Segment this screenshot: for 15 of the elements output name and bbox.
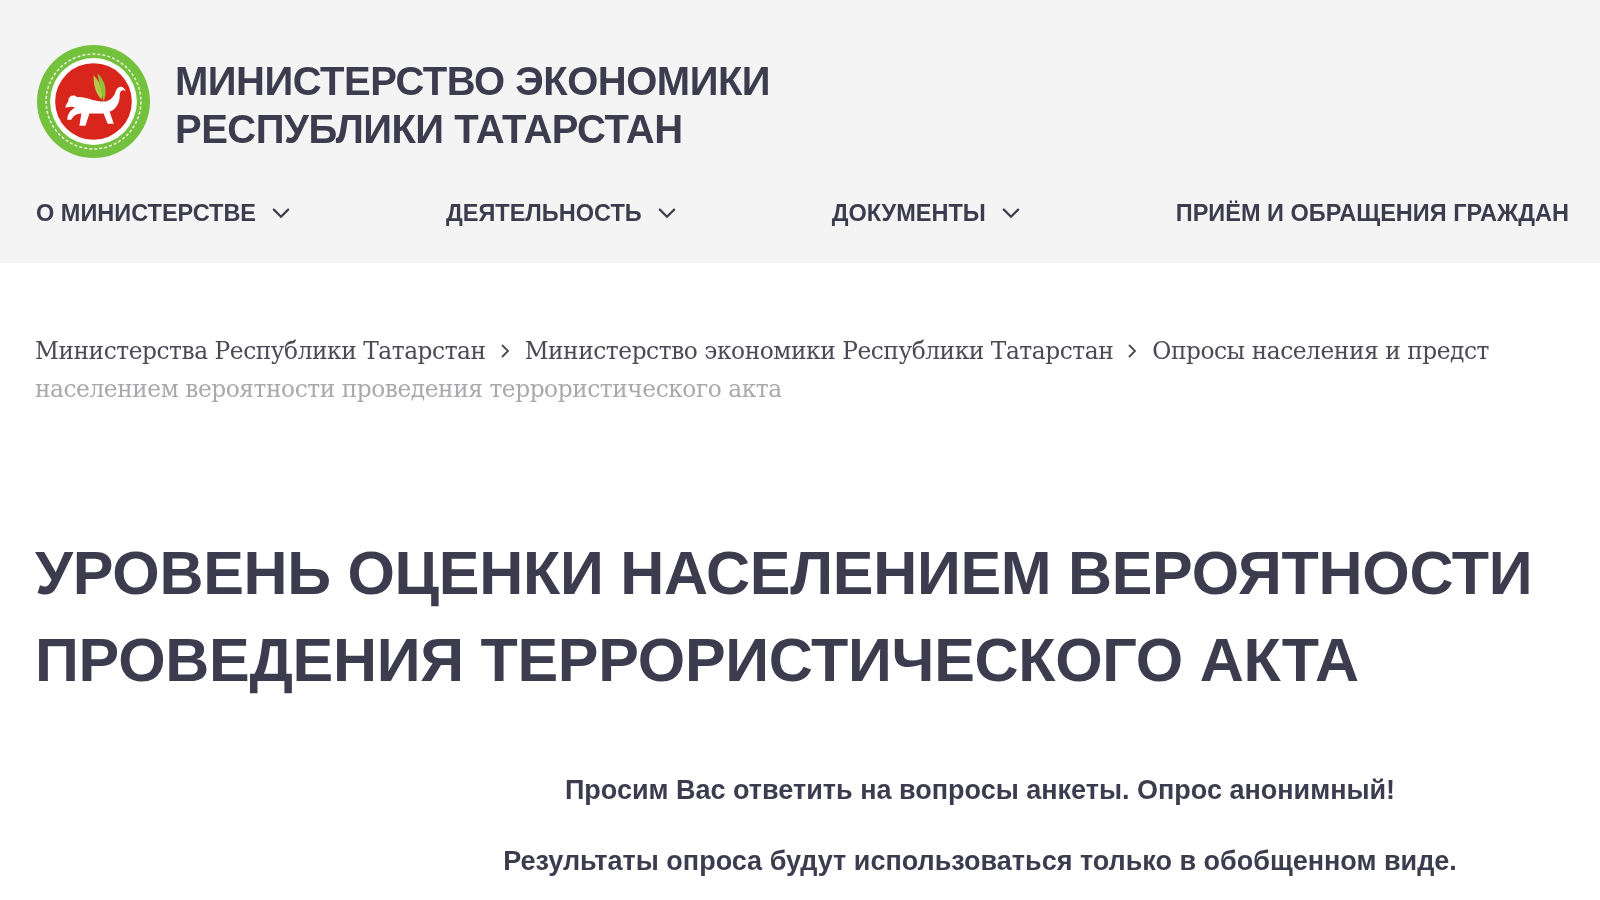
breadcrumb-link[interactable]: Опросы населения и предст bbox=[1152, 332, 1489, 370]
page-heading: УРОВЕНЬ ОЦЕНКИ НАСЕЛЕНИЕМ ВЕРОЯТНОСТИ ПРОВЕДЕНИЯ ТЕРРОРИСТИЧЕСКОГО АКТА bbox=[35, 538, 1534, 696]
intro-text: Просим Вас ответить на вопросы анкеты. Опрос анонимный! bbox=[564, 774, 1396, 807]
chevron-right-icon bbox=[500, 344, 510, 358]
nav-menu-item[interactable]: ДОКУМЕНТЫ bbox=[831, 198, 1020, 228]
nav-menu-item[interactable]: ПРИЁМ И ОБРАЩЕНИЯ ГРАЖДАН bbox=[1175, 198, 1569, 228]
breadcrumb-link[interactable]: Министерство экономики Республики Татарстан bbox=[524, 332, 1114, 370]
breadcrumb-current-page: населением вероятности проведения террористического акта bbox=[35, 374, 782, 404]
site-title[interactable]: МИНИСТЕРСТВО ЭКОНОМИКИ РЕСПУБЛИКИ ТАТАРСТАН bbox=[175, 49, 895, 153]
nav-menu-item[interactable]: О МИНИСТЕРСТВЕ bbox=[36, 198, 291, 228]
chevron-right-icon bbox=[1128, 344, 1138, 358]
leopard-emblem-logo[interactable] bbox=[37, 44, 150, 158]
intro-text: Результаты опроса будут использоваться только в обобщенном виде. bbox=[503, 845, 1457, 878]
breadcrumb-link[interactable]: Министерства Республики Татарстан bbox=[35, 332, 486, 370]
nav-menu-item[interactable]: ДЕЯТЕЛЬНОСТЬ bbox=[446, 198, 676, 228]
